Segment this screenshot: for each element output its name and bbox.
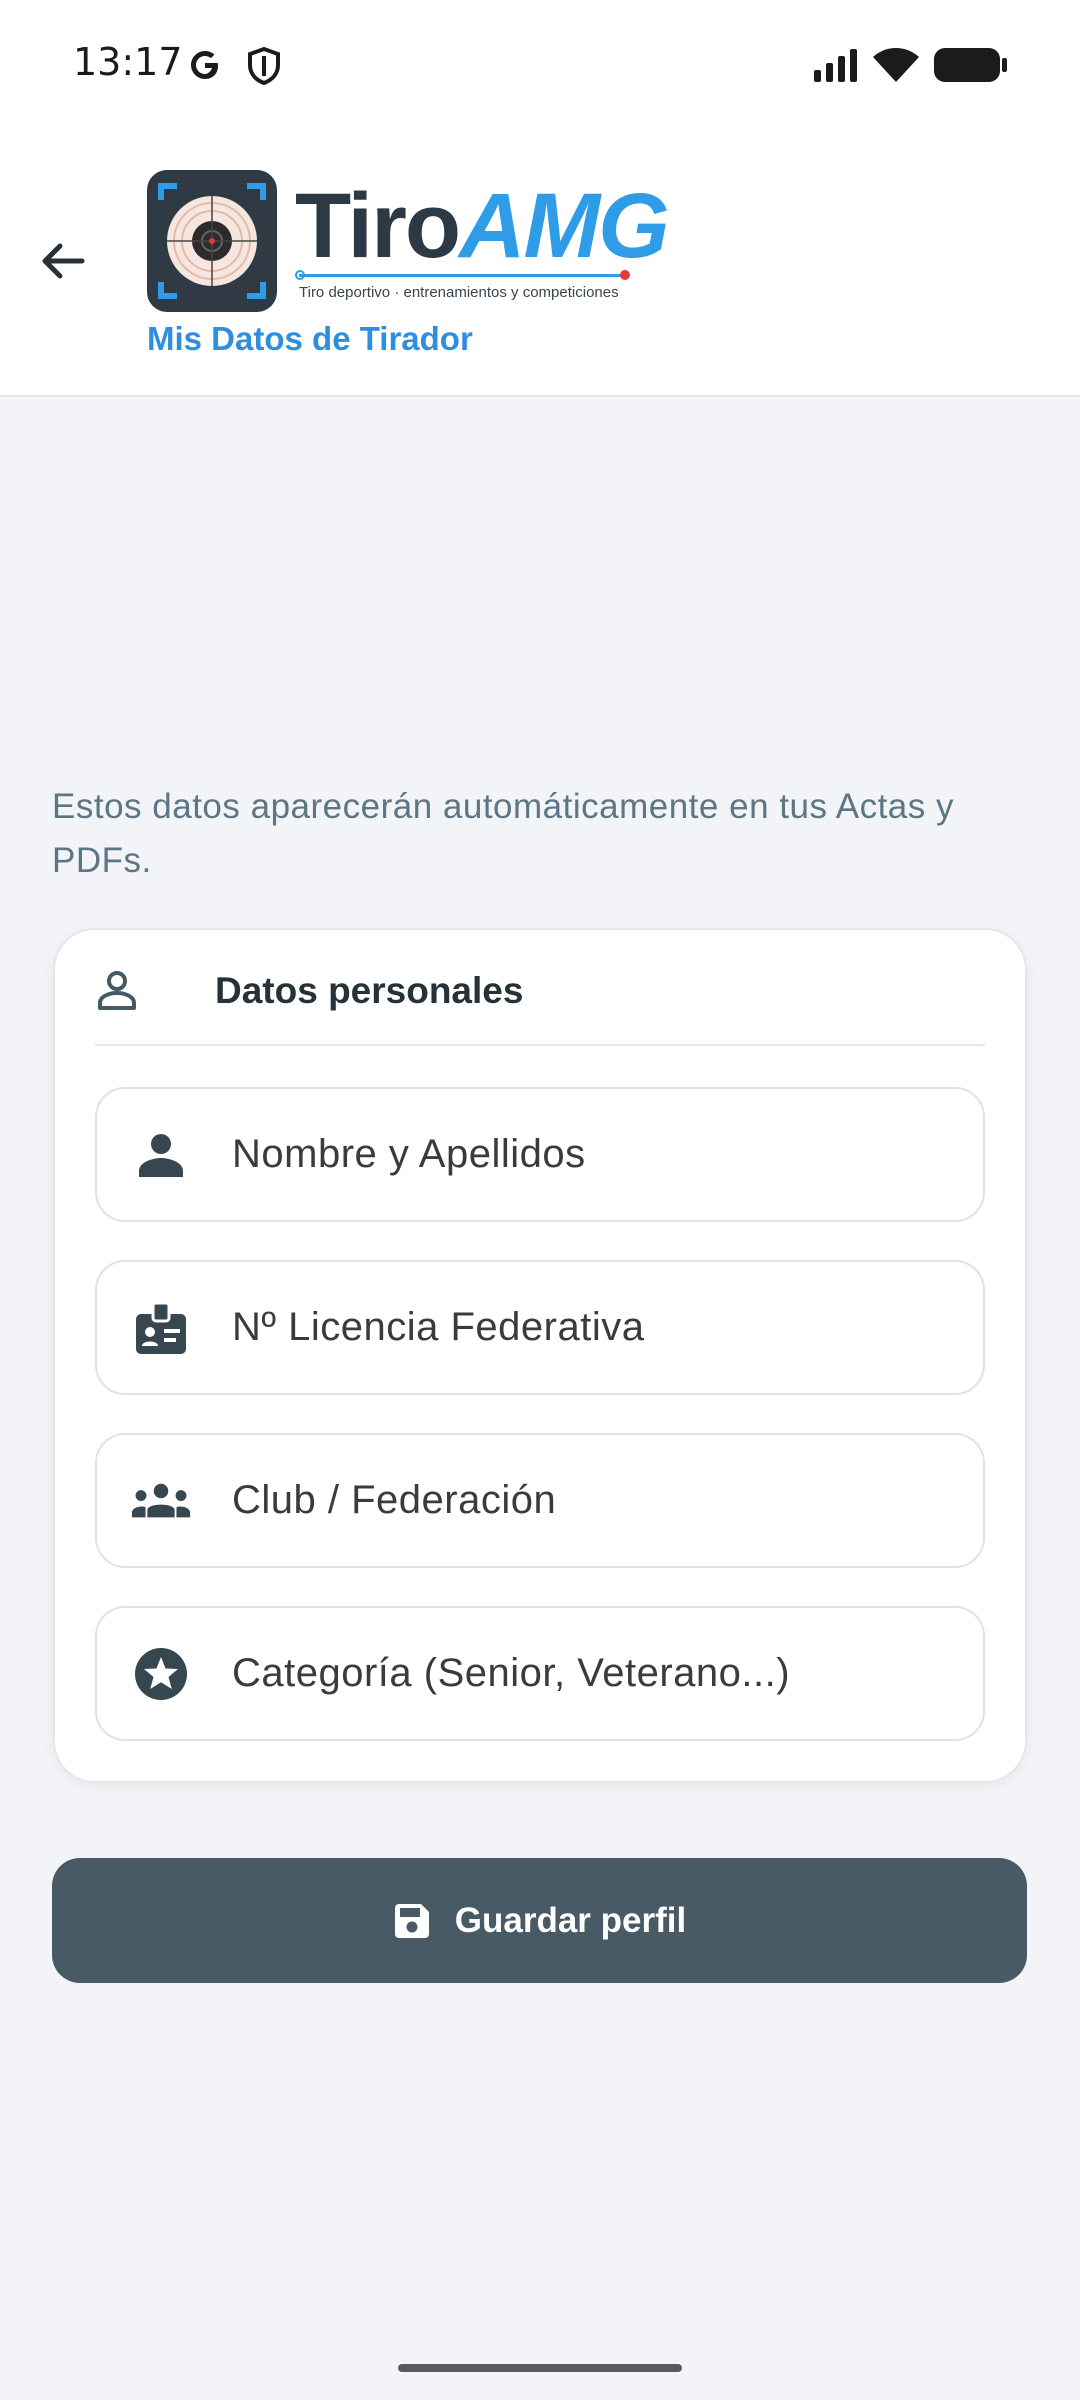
name-input[interactable] [232,1089,952,1220]
logo-name-amg: AMG [459,175,670,277]
page-title: Mis Datos de Tirador [147,320,473,357]
status-bar: 13:17 [0,0,1080,130]
personal-data-card: Datos personales [53,928,1027,1783]
target-logo-icon [147,170,277,312]
signal-icon [812,48,860,87]
category-field[interactable] [95,1606,985,1741]
save-profile-button[interactable]: Guardar perfil [52,1858,1027,1983]
back-button[interactable] [22,220,104,302]
logo-wordmark: TiroAMG [295,180,670,272]
home-indicator[interactable] [398,2364,682,2372]
star-circle-icon [131,1646,191,1702]
arrow-left-icon [42,243,85,279]
save-button-label: Guardar perfil [454,1900,687,1940]
battery-icon [934,48,1008,87]
license-field[interactable] [95,1260,985,1395]
person-outline-icon [95,968,139,1017]
intro-description: Estos datos aparecerán automáticamente e… [52,787,954,880]
club-field[interactable] [95,1433,985,1568]
card-title: Datos personales [215,970,524,1011]
person-icon [131,1127,191,1183]
logo-tagline: Tiro deportivo · entrenamientos y compet… [299,284,619,301]
shield-icon [246,46,282,91]
google-icon [186,46,224,89]
badge-icon [131,1300,191,1356]
logo-name-tiro: Tiro [295,175,461,277]
save-icon [394,1903,429,1938]
logo-underline [299,274,624,277]
app-bar: TiroAMG Tiro deportivo · entrenamientos … [0,130,1080,397]
name-field[interactable] [95,1087,985,1222]
logo-line-end [620,270,630,280]
club-input[interactable] [232,1435,952,1566]
groups-icon [131,1473,191,1529]
license-input[interactable] [232,1262,952,1393]
card-header: Datos personales [95,930,985,1046]
wifi-icon [872,46,920,89]
status-time: 13:17 [73,40,183,84]
category-input[interactable] [232,1608,952,1739]
